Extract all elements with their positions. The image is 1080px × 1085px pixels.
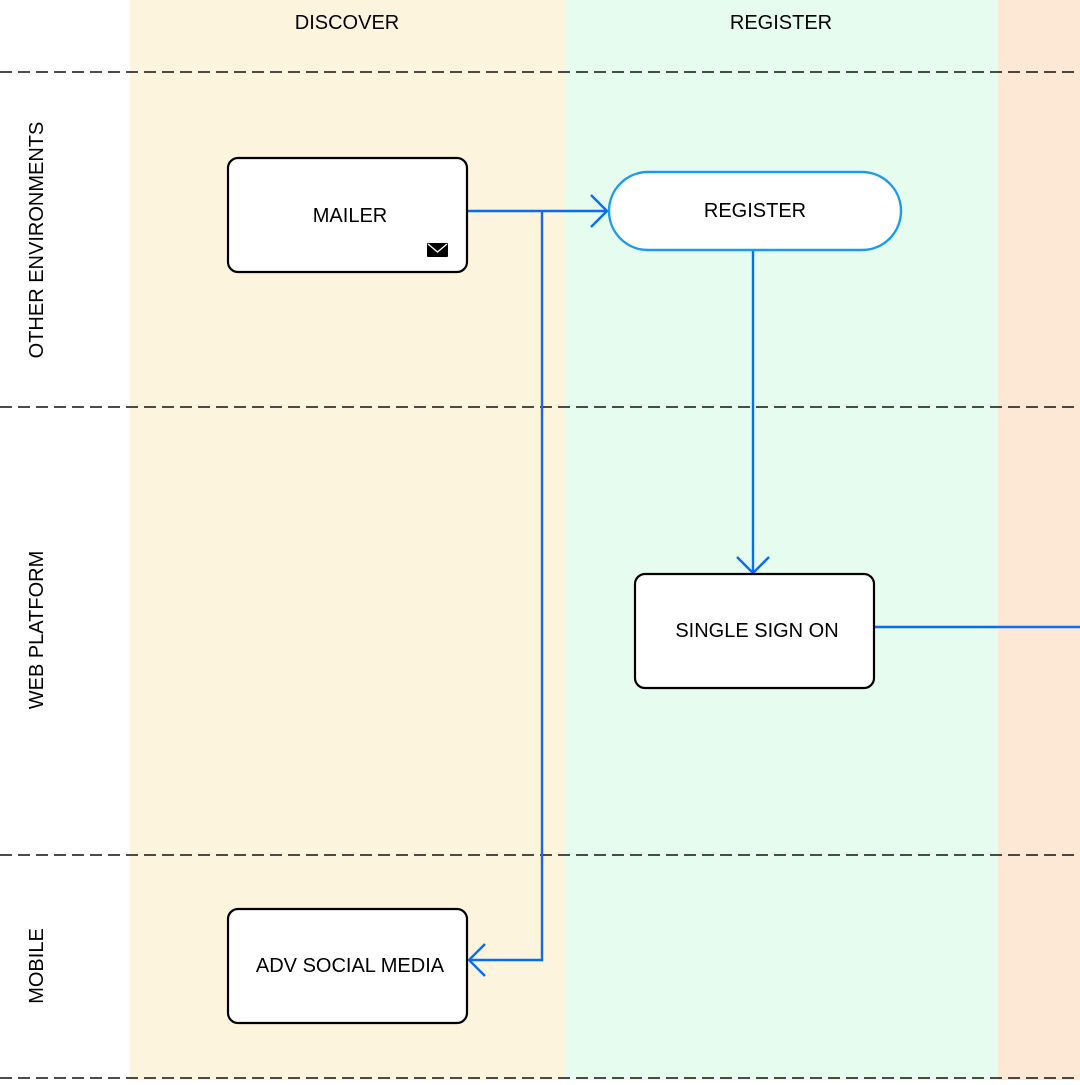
column-header-discover: DISCOVER (295, 12, 399, 34)
row-label-web-platform: WEB PLATFORM (26, 551, 48, 710)
column-third-band (998, 0, 1080, 1080)
node-adv-label: ADV SOCIAL MEDIA (256, 955, 445, 977)
column-header-register: REGISTER (730, 12, 832, 34)
node-adv-social-media[interactable]: ADV SOCIAL MEDIA (226, 907, 469, 1025)
column-register-band (565, 0, 998, 1080)
node-mailer-label: MAILER (313, 205, 387, 227)
node-register-label: REGISTER (704, 200, 806, 222)
node-sso-label: SINGLE SIGN ON (675, 620, 838, 642)
row-label-mobile: MOBILE (26, 928, 48, 1004)
swimlane-diagram: DISCOVER REGISTER OTHER ENVIRONMENTS WEB… (0, 0, 1080, 1080)
envelope-icon (427, 243, 448, 257)
node-register[interactable]: REGISTER (607, 170, 903, 252)
node-single-sign-on[interactable]: SINGLE SIGN ON (633, 572, 876, 690)
node-mailer[interactable]: MAILER (226, 156, 469, 274)
row-label-other-environments: OTHER ENVIRONMENTS (26, 122, 48, 359)
